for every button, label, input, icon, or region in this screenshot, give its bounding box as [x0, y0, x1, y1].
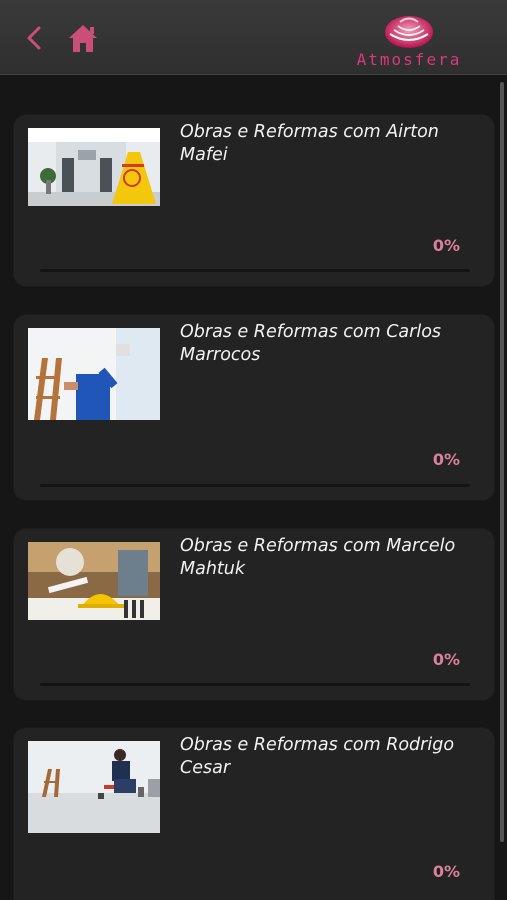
progress-percent: 0% — [432, 650, 460, 669]
home-button[interactable] — [64, 20, 102, 56]
progress-percent: 0% — [432, 236, 460, 255]
logo-text: Atmosfera — [356, 50, 462, 69]
atmosfera-logo: Atmosfera — [338, 10, 480, 72]
scrollbar[interactable] — [500, 82, 504, 842]
course-thumbnail — [28, 741, 160, 833]
course-card[interactable]: Obras e Reformas com Airton Mafei 0% — [14, 115, 494, 286]
course-card[interactable]: Obras e Reformas com Marcelo Mahtuk 0% — [14, 529, 494, 700]
course-card[interactable]: Obras e Reformas com Rodrigo Cesar 0% — [14, 728, 494, 900]
logo-emblem-icon — [385, 16, 433, 48]
progress-percent: 0% — [432, 450, 460, 469]
course-title: Obras e Reformas com Marcelo Mahtuk — [180, 536, 456, 579]
progress-bar — [40, 683, 470, 686]
progress-bar — [40, 484, 470, 487]
chevron-left-icon — [27, 26, 41, 50]
back-button[interactable] — [20, 22, 48, 54]
course-title: Obras e Reformas com Carlos Marrocos — [180, 322, 442, 365]
top-bar: Atmosfera — [0, 0, 507, 75]
course-thumbnail — [28, 328, 160, 420]
course-card[interactable]: Obras e Reformas com Carlos Marrocos 0% — [14, 315, 494, 500]
course-thumbnail — [28, 128, 160, 206]
course-list[interactable]: Obras e Reformas com Airton Mafei 0% Obr… — [0, 75, 507, 900]
progress-percent: 0% — [432, 862, 460, 881]
course-thumbnail — [28, 542, 160, 620]
course-title: Obras e Reformas com Airton Mafei — [180, 122, 439, 165]
progress-bar — [40, 269, 470, 272]
course-title: Obras e Reformas com Rodrigo Cesar — [180, 735, 455, 778]
home-icon — [69, 25, 97, 52]
